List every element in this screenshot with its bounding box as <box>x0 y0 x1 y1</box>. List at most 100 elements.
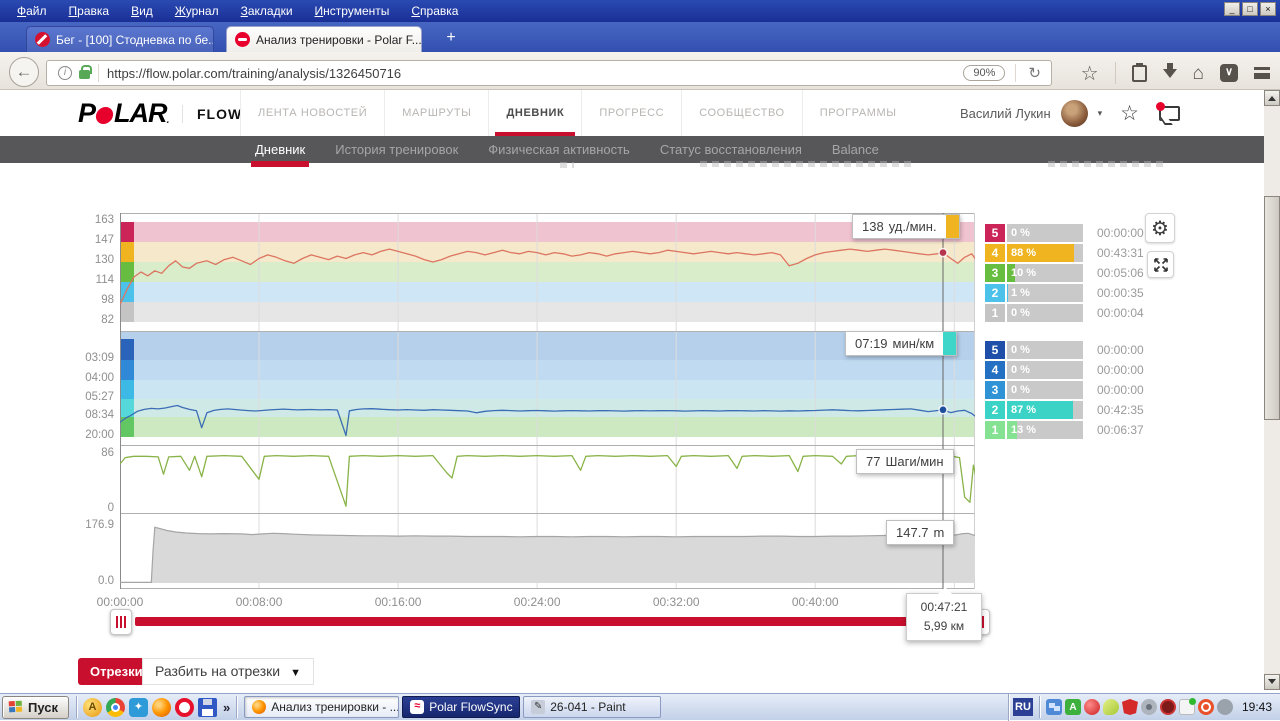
start-button[interactable]: Пуск <box>2 696 69 719</box>
menubar-item-справка[interactable]: Справка <box>400 1 469 21</box>
menubar-item-файл[interactable]: Файл <box>6 1 58 21</box>
menubar-item-закладки[interactable]: Закладки <box>230 1 304 21</box>
taskbar-app-flowsync[interactable]: ≈Polar FlowSync <box>402 696 520 718</box>
zone-number: 1 <box>985 421 1005 439</box>
zone-bar: 0 % <box>1007 381 1083 399</box>
antivirus-a-icon[interactable]: A <box>1065 699 1081 715</box>
home-icon[interactable]: ⌂ <box>1193 64 1204 83</box>
cadence-value: 77 <box>866 454 880 469</box>
zone-bar: 0 % <box>1007 304 1083 322</box>
nav-item[interactable]: ПРОГРАММЫ <box>802 90 914 136</box>
downloads-icon[interactable] <box>1163 69 1177 85</box>
training-charts[interactable] <box>120 213 975 589</box>
webcam-icon[interactable] <box>1141 699 1157 715</box>
sync-icon[interactable] <box>1179 699 1195 715</box>
close-button[interactable]: × <box>1260 2 1276 16</box>
subnav-item[interactable]: Дневник <box>240 136 320 163</box>
restore-button[interactable]: □ <box>1242 2 1258 16</box>
menubar-item-журнал[interactable]: Журнал <box>164 1 230 21</box>
subnav-item[interactable]: Balance <box>817 136 894 163</box>
bookmark-star-icon[interactable]: ☆ <box>1081 61 1099 86</box>
taskbar-app-firefox-mini[interactable]: Анализ тренировки - ... <box>244 696 399 718</box>
site-info-icon[interactable]: i <box>58 66 72 80</box>
menu-items: ФайлПравкаВидЖурналЗакладкиИнструментыСп… <box>6 1 469 21</box>
aimp-icon[interactable]: A <box>83 698 102 717</box>
split-segments-dropdown[interactable]: Разбить на отрезки▼ <box>142 658 314 685</box>
subnav-item[interactable]: Физическая активность <box>473 136 645 163</box>
hamburger-menu-icon[interactable] <box>1254 67 1270 79</box>
chrome-icon[interactable] <box>106 698 125 717</box>
zone-bar: 10 % <box>1007 264 1083 282</box>
settings-button[interactable]: ⚙ <box>1145 213 1175 243</box>
cadence-tooltip: 77Шаги/мин <box>856 449 954 474</box>
zone-bar: 0 % <box>1007 361 1083 379</box>
nav-item[interactable]: ДНЕВНИК <box>488 90 581 136</box>
zone-percent: 0 % <box>1011 361 1030 379</box>
reload-icon[interactable]: ↻ <box>1024 64 1045 82</box>
time-tick-label: 00:08:00 <box>224 595 294 609</box>
divider <box>1015 64 1016 82</box>
zone-number: 4 <box>985 361 1005 379</box>
scroll-up-button[interactable] <box>1264 90 1280 106</box>
zone-percent: 88 % <box>1011 244 1036 262</box>
scroll-down-button[interactable] <box>1264 674 1280 690</box>
overflow-chevron[interactable]: » <box>220 700 233 715</box>
messages-icon[interactable] <box>1159 106 1180 121</box>
taskbar-app-paint[interactable]: ✎26-041 - Paint <box>523 696 661 718</box>
zone-number: 3 <box>985 381 1005 399</box>
menubar-item-вид[interactable]: Вид <box>120 1 164 21</box>
nav-item[interactable]: ЛЕНТА НОВОСТЕЙ <box>240 90 384 136</box>
hr-unit: уд./мин. <box>889 219 937 234</box>
timeline-range-bar[interactable] <box>135 617 978 626</box>
chevron-down-icon[interactable]: ▾ <box>1098 108 1103 119</box>
polar-logo[interactable]: PLAR. <box>78 98 169 129</box>
zone-percent: 0 % <box>1011 224 1030 242</box>
tab-polar-analysis[interactable]: Анализ тренировки - Polar F... × <box>226 26 422 52</box>
clock[interactable]: 19:43 <box>1242 700 1272 714</box>
subnav-item[interactable]: История тренировок <box>320 136 473 163</box>
divider <box>1039 696 1040 718</box>
fullscreen-button[interactable] <box>1147 251 1174 278</box>
favorites-star-icon[interactable]: ☆ <box>1120 101 1139 126</box>
nav-item[interactable]: ПРОГРЕСС <box>581 90 681 136</box>
menubar-item-инструменты[interactable]: Инструменты <box>304 1 401 21</box>
red-dot-icon[interactable] <box>1084 699 1100 715</box>
nav-item[interactable]: СООБЩЕСТВО <box>681 90 802 136</box>
url-bar[interactable]: i https://flow.polar.com/training/analys… <box>46 60 1052 86</box>
lock-icon[interactable] <box>79 70 90 79</box>
avatar[interactable] <box>1061 100 1088 127</box>
window-controls: _ □ × <box>1224 2 1276 16</box>
chevron-down-icon: ▼ <box>290 667 301 679</box>
new-tab-button[interactable]: + <box>438 28 464 50</box>
speaker-icon[interactable] <box>1217 699 1233 715</box>
nav-item[interactable]: МАРШРУТЫ <box>384 90 488 136</box>
floppy-icon[interactable] <box>198 698 217 717</box>
firefox-icon[interactable] <box>152 698 171 717</box>
scrollbar-thumb[interactable] <box>1264 196 1280 420</box>
language-indicator[interactable]: RU <box>1013 698 1033 716</box>
subnav-item[interactable]: Статус восстановления <box>645 136 817 163</box>
pocket-icon[interactable]: ∨ <box>1220 64 1238 82</box>
page-scrollbar[interactable] <box>1264 90 1280 690</box>
bookmarks-menu-icon[interactable] <box>1132 65 1147 82</box>
back-button[interactable]: ← <box>9 57 39 87</box>
darkred-icon[interactable] <box>1160 699 1176 715</box>
toolbar-icons: ☆ ⌂ ∨ <box>1081 58 1270 88</box>
blue-app-icon[interactable]: ✦ <box>129 698 148 717</box>
target-icon[interactable] <box>1198 699 1214 715</box>
zone-percent: 10 % <box>1011 264 1036 282</box>
expand-icon <box>1153 257 1169 273</box>
url-text[interactable]: https://flow.polar.com/training/analysis… <box>107 66 963 81</box>
altitude-value: 147.7 <box>896 525 929 540</box>
network-icon[interactable] <box>1046 699 1062 715</box>
menubar-item-правка[interactable]: Правка <box>58 1 121 21</box>
opera-icon[interactable] <box>175 698 194 717</box>
minimize-button[interactable]: _ <box>1224 2 1240 16</box>
shield-icon[interactable] <box>1122 699 1138 715</box>
user-name[interactable]: Василий Лукин <box>960 106 1051 121</box>
lime-icon[interactable] <box>1103 699 1119 715</box>
range-handle-left[interactable] <box>110 609 132 635</box>
tab-running-forum[interactable]: Бег - [100] Стодневка по бе... × <box>26 26 214 52</box>
zoom-level-badge[interactable]: 90% <box>963 65 1005 81</box>
zone-number: 4 <box>985 244 1005 262</box>
